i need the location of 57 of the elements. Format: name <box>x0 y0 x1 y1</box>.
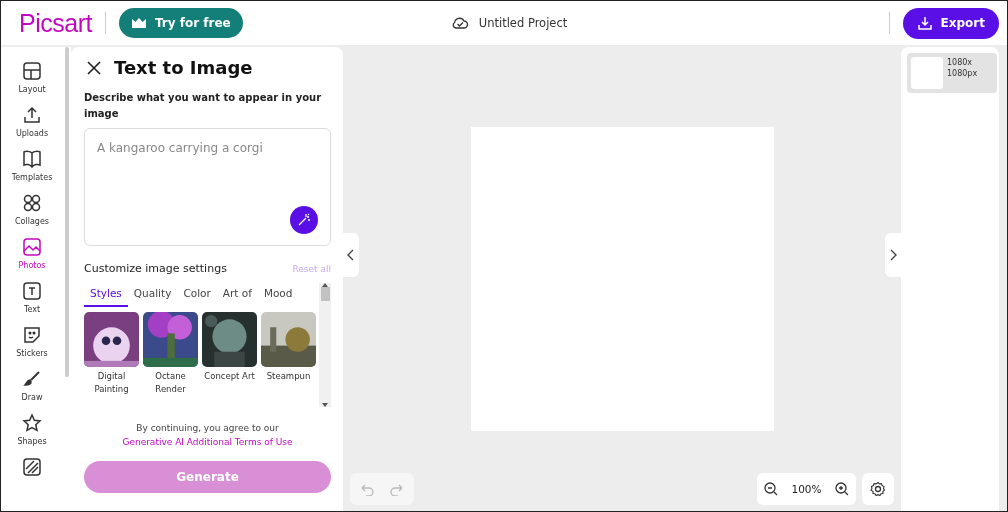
scroll-thumb[interactable] <box>320 287 330 301</box>
export-button[interactable]: Export <box>902 7 999 39</box>
crown-icon <box>130 17 147 29</box>
star-icon <box>22 413 42 433</box>
sidebar-item[interactable]: Draw <box>3 369 61 402</box>
photo-icon <box>22 237 42 257</box>
collapse-handle[interactable] <box>343 233 359 277</box>
cloud-check-icon <box>450 16 469 30</box>
sticker-icon <box>22 325 42 345</box>
style-card[interactable]: Octane Render <box>143 312 198 396</box>
style-tab[interactable]: Art of <box>216 283 258 307</box>
sidebar-item[interactable]: Layout <box>3 61 61 94</box>
style-tab[interactable]: Color <box>177 283 217 307</box>
page-thumbnail[interactable]: 1080x 1080px <box>907 53 997 93</box>
scrollbar[interactable] <box>319 283 331 407</box>
settings-button[interactable] <box>862 473 894 505</box>
sidebar-item[interactable]: Uploads <box>3 105 61 138</box>
zoom-in-icon[interactable] <box>833 481 850 497</box>
settings-icon <box>870 481 886 497</box>
upload-icon <box>22 105 42 125</box>
sidebar-item[interactable]: Text <box>3 281 61 314</box>
terms-link[interactable]: Generative AI Additional Terms of Use <box>84 435 331 449</box>
layout-icon <box>22 61 42 81</box>
zoom-out-icon[interactable] <box>763 481 780 497</box>
chevron-left-icon <box>347 249 355 261</box>
style-tab[interactable]: Mood <box>257 283 299 307</box>
sidebar-item[interactable]: Templates <box>3 149 61 182</box>
try-for-free-button[interactable]: Try for free <box>118 8 243 38</box>
project-title[interactable]: Untitled Project <box>478 16 568 30</box>
style-card[interactable]: Steampun <box>261 312 316 396</box>
book-icon <box>22 149 42 169</box>
brush-icon <box>22 369 42 389</box>
sidebar-item[interactable]: Stickers <box>3 325 61 358</box>
style-tab[interactable]: Quality <box>127 283 178 307</box>
panel-title: Text to Image <box>114 57 253 78</box>
style-card[interactable]: Concept Art <box>202 312 257 396</box>
chevron-right-icon <box>889 249 897 261</box>
terms-text: By continuing, you agree to our <box>136 423 279 433</box>
scroll-down-icon[interactable] <box>322 403 328 407</box>
magic-wand-icon <box>297 213 311 227</box>
sidebar-item[interactable]: Photos <box>3 237 61 270</box>
sidebar-item[interactable]: Shapes <box>3 413 61 446</box>
prompt-field[interactable]: A kangaroo carrying a corgi <box>84 128 331 246</box>
zoom-level: 100% <box>791 483 822 495</box>
prompt-label: Describe what you want to appear in your image <box>84 91 323 121</box>
style-card[interactable]: Digital Painting <box>84 312 139 396</box>
text-icon <box>22 281 42 301</box>
sidebar-item[interactable]: Collages <box>3 193 61 226</box>
download-icon <box>916 15 933 31</box>
magic-wand-button[interactable] <box>290 206 318 234</box>
hatch-icon <box>22 457 42 477</box>
settings-label: Customize image settings <box>84 262 227 275</box>
close-icon[interactable] <box>86 59 102 76</box>
collapse-handle[interactable] <box>885 233 901 277</box>
style-tab[interactable]: Styles <box>84 283 128 307</box>
logo[interactable]: Picsart <box>19 8 92 38</box>
grid-icon <box>22 193 42 213</box>
